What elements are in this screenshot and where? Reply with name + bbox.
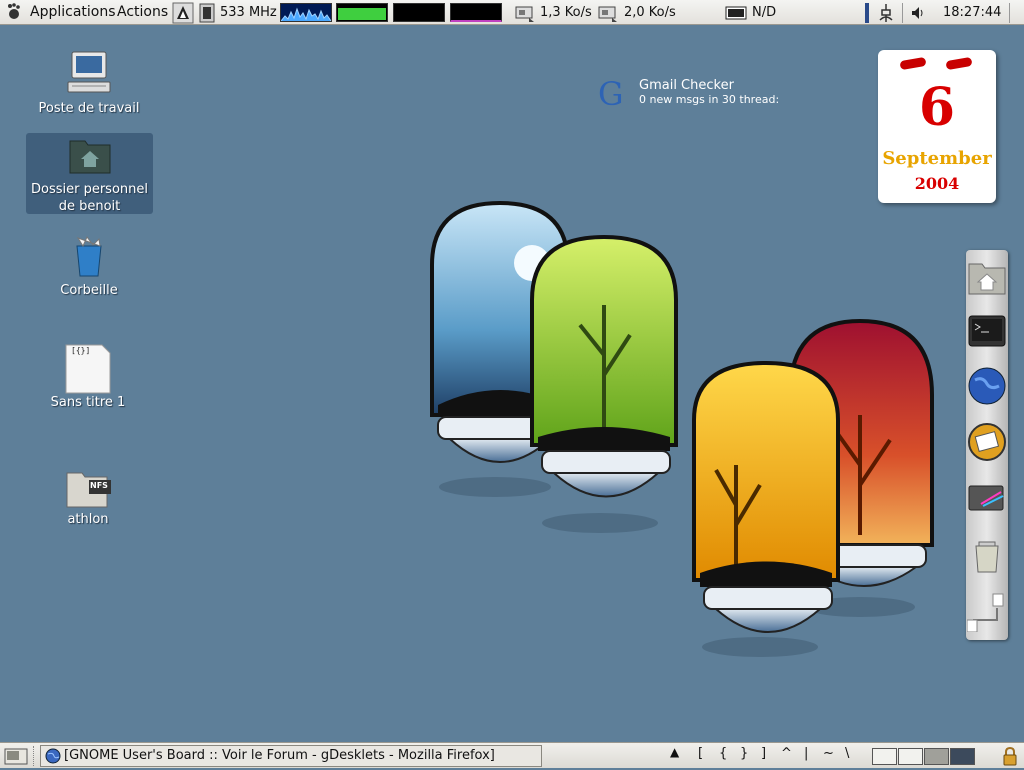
taskbar-button-firefox[interactable]: [GNOME User's Board :: Voir le Forum - g… bbox=[40, 745, 542, 767]
document-icon: [{}] bbox=[65, 344, 111, 394]
wallpaper-jars bbox=[430, 200, 934, 657]
workspace-3[interactable] bbox=[924, 748, 949, 765]
launcher-dock bbox=[966, 250, 1008, 640]
swap-load-graph[interactable] bbox=[450, 3, 502, 22]
nfs-folder-icon: NFS bbox=[64, 469, 112, 511]
desktop-icon-label: Sans titre 1 bbox=[50, 395, 126, 410]
top-panel: Applications Actions 533 MHz 1,3 Ko/s 2,… bbox=[0, 0, 1024, 25]
dock-mail-icon[interactable] bbox=[967, 422, 1007, 466]
dock-drawer-icon[interactable] bbox=[966, 592, 1007, 636]
battery-icon bbox=[725, 0, 747, 25]
calendar-ring-left bbox=[899, 56, 927, 71]
desktop-icon-label: athlon bbox=[67, 512, 109, 527]
gmail-status: 0 new msgs in 30 thread: bbox=[639, 93, 780, 106]
cpu-freq-icon bbox=[197, 0, 217, 25]
workspace-1[interactable] bbox=[872, 748, 897, 765]
panel-separator-icon bbox=[864, 0, 870, 25]
trash-icon bbox=[76, 236, 102, 277]
gnome-foot-icon[interactable] bbox=[6, 0, 22, 25]
desktop-icon-nfs-share[interactable]: NFS athlon bbox=[42, 469, 134, 528]
desktop-icon-label: Poste de travail bbox=[38, 101, 140, 116]
calendar-day: 6 bbox=[918, 77, 956, 138]
calendar-ring-right bbox=[945, 56, 973, 71]
taskbar-button-title: [GNOME User's Board :: Voir le Forum - g… bbox=[64, 748, 495, 763]
net-upload-rate: 2,0 Ko/s bbox=[624, 5, 676, 20]
net-download-rate: 1,3 Ko/s bbox=[540, 5, 592, 20]
keyboard-char[interactable]: ] bbox=[761, 746, 766, 761]
keyboard-char[interactable]: | bbox=[804, 746, 808, 761]
memory-load-graph[interactable] bbox=[336, 3, 388, 22]
desktop-icon-label: Dossier personnel bbox=[30, 182, 148, 197]
network-plug-icon[interactable] bbox=[876, 0, 896, 25]
keyboard-char-up[interactable]: ▲ bbox=[670, 745, 679, 759]
dock-home-folder-icon[interactable] bbox=[967, 258, 1007, 302]
home-folder-icon bbox=[69, 140, 110, 174]
keyboard-char[interactable]: [ bbox=[698, 746, 703, 761]
document-icon-text: [{}] bbox=[71, 346, 91, 355]
cpu-load-graph[interactable] bbox=[280, 3, 332, 22]
calendar-year: 2004 bbox=[914, 174, 960, 193]
workspace-4-active[interactable] bbox=[950, 748, 975, 765]
keyboard-char[interactable]: { bbox=[719, 746, 727, 761]
keyboard-char[interactable]: \ bbox=[845, 746, 849, 761]
actions-menu[interactable]: Actions bbox=[117, 0, 168, 25]
gmail-title: Gmail Checker bbox=[639, 78, 734, 93]
keyboard-char[interactable]: ~ bbox=[823, 746, 834, 761]
volume-icon[interactable] bbox=[910, 0, 926, 25]
panel-separator-icon-2 bbox=[902, 0, 904, 25]
dock-globe-browser-icon[interactable] bbox=[967, 366, 1007, 410]
bottom-panel: [GNOME User's Board :: Voir le Forum - g… bbox=[0, 742, 1024, 768]
panel-handle[interactable] bbox=[33, 746, 37, 766]
workspace-2[interactable] bbox=[898, 748, 923, 765]
nfs-badge: NFS bbox=[90, 481, 108, 490]
show-desktop-icon[interactable] bbox=[4, 746, 28, 770]
clock[interactable]: 18:27:44 bbox=[943, 0, 1001, 25]
network-card-icon bbox=[515, 0, 535, 25]
computer-icon bbox=[67, 51, 111, 93]
desktop-icon-label: Corbeille bbox=[60, 283, 118, 298]
network-load-graph[interactable] bbox=[393, 3, 445, 22]
firefox-globe-icon bbox=[45, 748, 61, 766]
network-card-icon-2 bbox=[598, 0, 618, 25]
applications-menu[interactable]: Applications bbox=[30, 0, 116, 25]
dock-trash-icon[interactable] bbox=[967, 536, 1007, 580]
keyboard-char[interactable]: ^ bbox=[781, 746, 792, 761]
desktop-icon-home-folder[interactable]: Dossier personnel de benoit bbox=[26, 133, 153, 214]
cpu-freq-value: 533 MHz bbox=[220, 5, 277, 20]
desktop-icon-trash[interactable]: Corbeille bbox=[46, 234, 132, 299]
desktop-icon-computer[interactable]: Poste de travail bbox=[36, 50, 142, 117]
panel-separator-icon-3 bbox=[1009, 0, 1011, 25]
lock-icon[interactable] bbox=[1000, 746, 1020, 770]
battery-status: N/D bbox=[752, 5, 777, 20]
calendar-month: September bbox=[882, 148, 992, 169]
dock-display-settings-icon[interactable] bbox=[967, 480, 1007, 524]
keyboard-char[interactable]: } bbox=[740, 746, 748, 761]
tux-applet-icon[interactable] bbox=[172, 0, 194, 25]
calendar-desklet[interactable]: 6 September 2004 bbox=[878, 50, 996, 203]
dock-terminal-icon[interactable] bbox=[967, 312, 1007, 356]
desktop-icon-document[interactable]: [{}] Sans titre 1 bbox=[42, 344, 134, 411]
desktop-icon-label-line2: de benoit bbox=[58, 199, 121, 214]
gmail-logo: G bbox=[598, 75, 624, 113]
